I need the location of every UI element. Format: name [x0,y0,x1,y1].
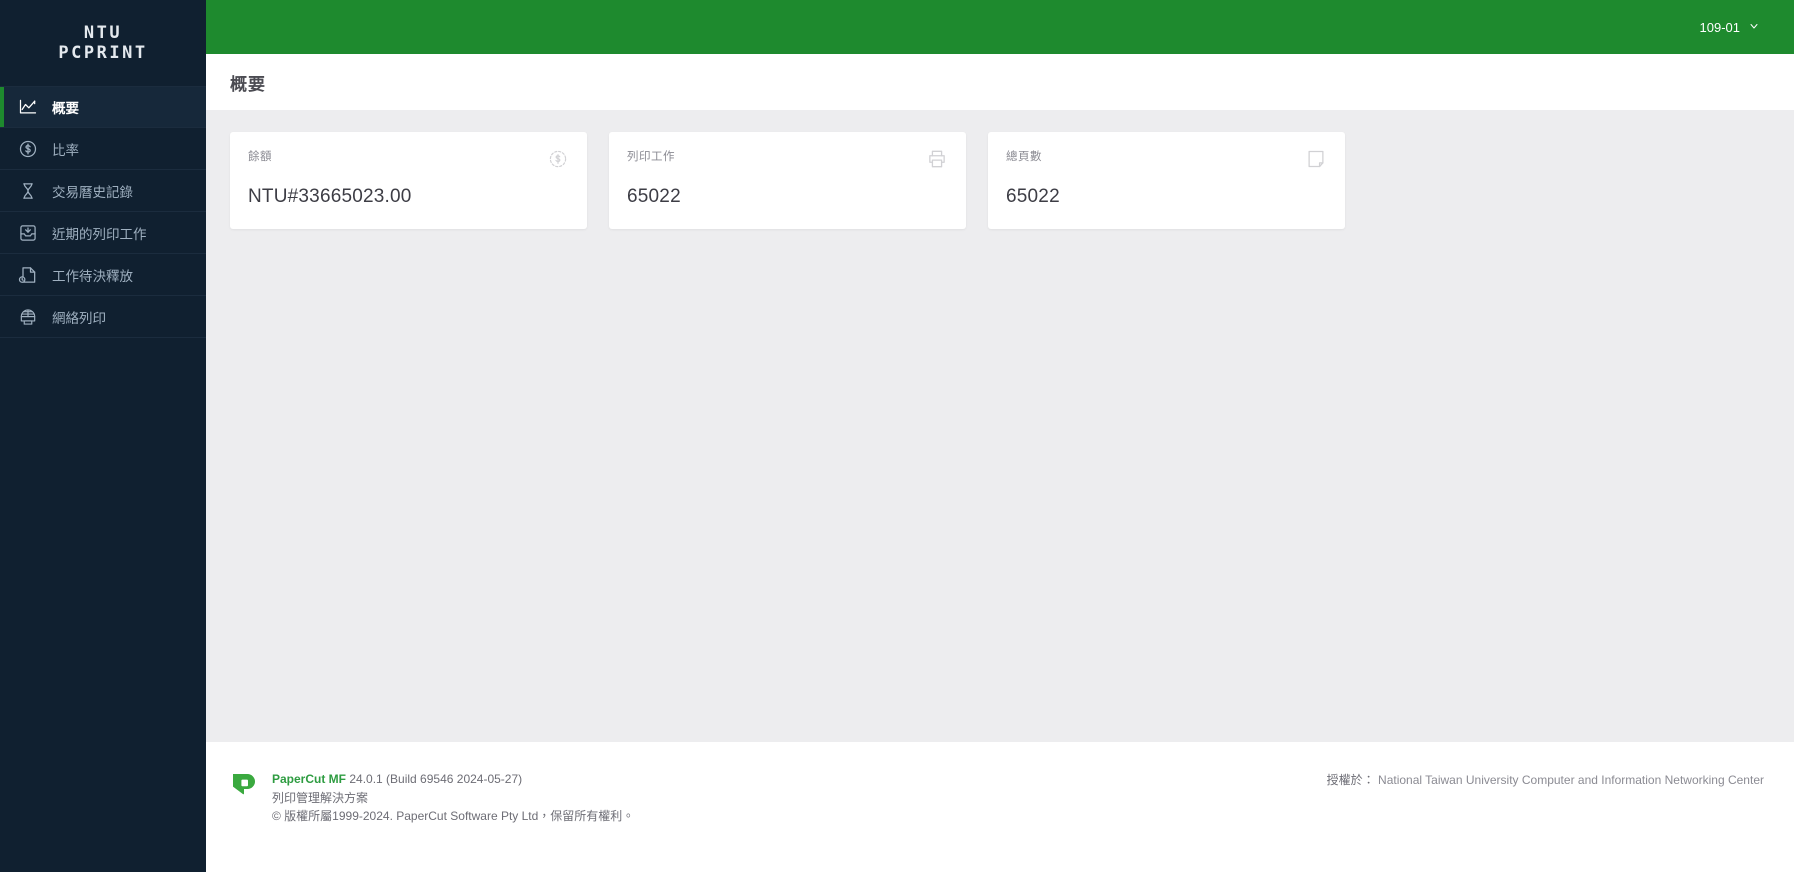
card-header: 總頁數 [1006,148,1327,170]
brand-line-pcprint: PCPRINT [58,43,148,63]
sidebar-item-rates[interactable]: 比率 [0,128,206,170]
sidebar-item-label: 網絡列印 [52,310,106,326]
web-print-icon [18,307,38,327]
page-icon [1305,148,1327,170]
card-label: 餘額 [248,151,272,163]
papercut-logo-icon [230,772,258,800]
sidebar-item-label: 近期的列印工作 [52,226,147,242]
card-print-jobs: 列印工作 65022 [609,132,966,229]
hourglass-icon [18,181,38,201]
main-column: 109-01 概要 餘額 NTU#33665023.00 列印工作 65022 … [206,0,1794,872]
sidebar-item-transaction-history[interactable]: 交易曆史記錄 [0,170,206,212]
papercut-version: 24.0.1 (Build 69546 2024-05-27) [346,772,523,786]
card-header: 餘額 [248,148,569,170]
sidebar: NTU PCPRINT 概要 比率 交易曆史記錄 近期的列印工作 工作待決釋放 … [0,0,206,872]
main-content: 餘額 NTU#33665023.00 列印工作 65022 總頁數 65022 [206,110,1794,742]
sidebar-item-summary[interactable]: 概要 [0,86,206,128]
printer-icon [926,148,948,170]
dollar-coin-icon [547,148,569,170]
brand-line-ntu: NTU [83,22,123,43]
footer-text: PaperCut MF 24.0.1 (Build 69546 2024-05-… [272,770,634,826]
sidebar-item-label: 工作待決釋放 [52,268,133,284]
card-label: 總頁數 [1006,151,1042,163]
inbox-tray-icon [18,223,38,243]
card-value: 65022 [1006,186,1060,207]
card-total-pages: 總頁數 65022 [988,132,1345,229]
line-chart-icon [18,97,38,117]
pending-job-icon [18,265,38,285]
sidebar-nav: 概要 比率 交易曆史記錄 近期的列印工作 工作待決釋放 網絡列印 [0,86,206,338]
sidebar-item-recent-print-jobs[interactable]: 近期的列印工作 [0,212,206,254]
card-value: NTU#33665023.00 [248,186,412,207]
card-balance: 餘額 NTU#33665023.00 [230,132,587,229]
papercut-product-name: PaperCut MF [272,772,347,786]
sidebar-item-label: 交易曆史記錄 [52,184,133,200]
footer-copyright: © 版權所屬1999-2024. PaperCut Software Pty L… [272,809,635,824]
sidebar-item-web-print[interactable]: 網絡列印 [0,296,206,338]
chevron-down-icon [1748,20,1760,35]
user-menu-button[interactable]: 109-01 [1696,15,1764,40]
brand-logo[interactable]: NTU PCPRINT [0,0,206,86]
footer-version-line: PaperCut MF 24.0.1 (Build 69546 2024-05-… [272,770,634,789]
top-bar: 109-01 [206,0,1794,54]
app-root: NTU PCPRINT 概要 比率 交易曆史記錄 近期的列印工作 工作待決釋放 … [0,0,1794,872]
user-menu-label: 109-01 [1699,19,1740,35]
card-label: 列印工作 [627,151,675,163]
page-title: 概要 [230,74,266,94]
license-holder: National Taiwan University Computer and … [1378,773,1764,787]
sidebar-item-jobs-pending-release[interactable]: 工作待決釋放 [0,254,206,296]
footer-left: PaperCut MF 24.0.1 (Build 69546 2024-05-… [230,770,634,826]
summary-cards: 餘額 NTU#33665023.00 列印工作 65022 總頁數 65022 [230,132,1770,229]
footer-license: 授權於： National Taiwan University Computer… [1327,770,1764,788]
sidebar-item-label: 比率 [52,142,79,158]
license-label: 授權於： [1326,773,1375,787]
footer: PaperCut MF 24.0.1 (Build 69546 2024-05-… [206,742,1794,872]
sidebar-item-label: 概要 [52,101,79,116]
card-header: 列印工作 [627,148,948,170]
card-value: 65022 [627,186,681,207]
dollar-circle-icon [18,139,38,159]
footer-tagline: 列印管理解決方案 [272,790,369,805]
page-title-band: 概要 [206,54,1794,110]
